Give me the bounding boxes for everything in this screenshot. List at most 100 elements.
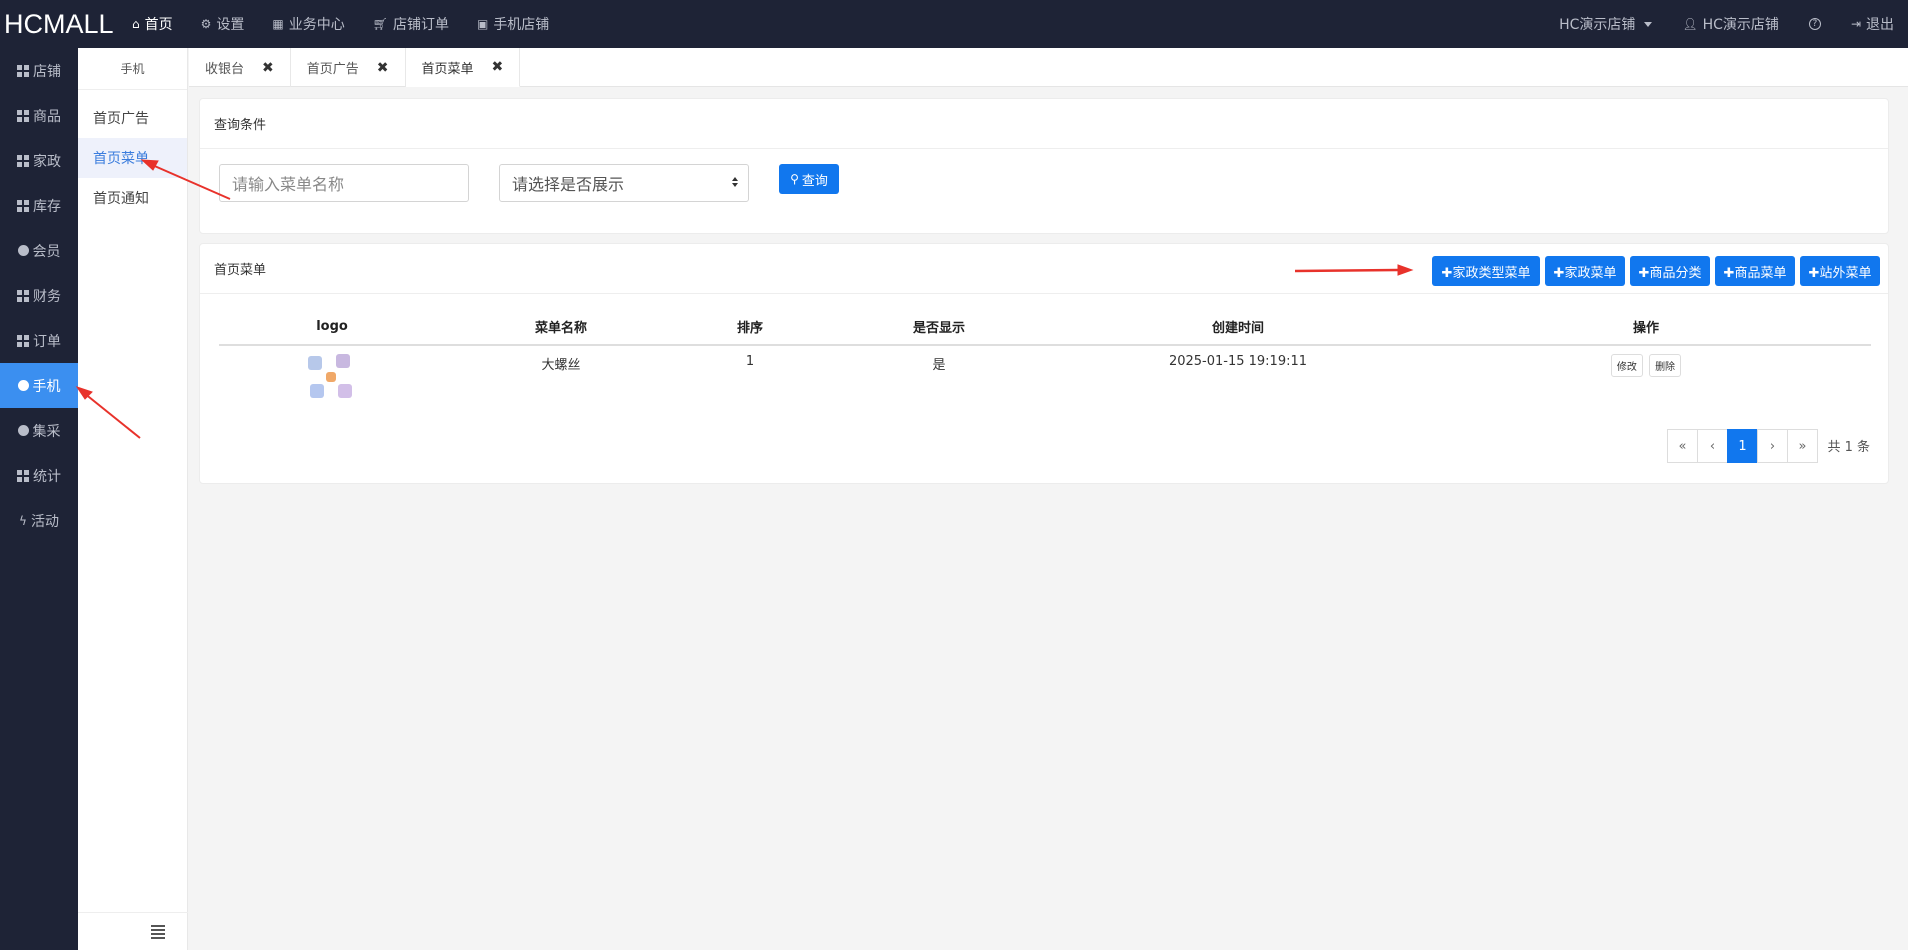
delete-button[interactable]: 删除 (1649, 354, 1682, 377)
rail-item-member[interactable]: 会员 (0, 228, 78, 273)
bolt-icon: ϟ (19, 513, 27, 528)
sub-sidebar-title: 手机 (78, 48, 187, 90)
rail-item-label: 店铺 (33, 63, 61, 80)
search-button-label: 查询 (801, 173, 828, 189)
rail-item-label: 订单 (33, 333, 61, 350)
nav-settings-label: 设置 (216, 17, 245, 33)
globe-icon (17, 380, 29, 391)
rail-item-label: 库存 (33, 198, 61, 215)
rail-item-procurement[interactable]: 集采 (0, 408, 78, 453)
select-arrows-icon (732, 177, 738, 187)
rail-item-store[interactable]: 店铺 (0, 48, 78, 93)
sub-sidebar: 手机 首页广告 首页菜单 首页通知 (78, 48, 188, 950)
menu-name-input[interactable]: 请输入菜单名称 (219, 164, 469, 202)
add-goods-category-button[interactable]: ✚商品分类 (1630, 256, 1710, 286)
menu-table: logo 菜单名称 排序 是否显示 创建时间 操作 大螺丝 1 是 2025-0… (219, 309, 1871, 406)
rail-item-activity[interactable]: ϟ 活动 (0, 498, 78, 543)
pager-prev-button[interactable]: ‹ (1697, 429, 1728, 463)
home-icon: ⌂ (132, 17, 140, 31)
grid-icon (17, 199, 29, 212)
logout-button[interactable]: ⇥ 退出 (1836, 14, 1908, 34)
sign-out-icon: ⇥ (1850, 17, 1861, 31)
nav-business-center-label: 业务中心 (288, 17, 345, 33)
globe-icon (17, 245, 29, 256)
display-select[interactable]: 请选择是否展示 (499, 164, 749, 202)
globe-icon (17, 425, 29, 436)
column-header: logo (219, 309, 445, 346)
add-goods-menu-button[interactable]: ✚商品菜单 (1715, 256, 1795, 286)
nav-home[interactable]: ⌂ 首页 (118, 0, 187, 48)
question-icon: ? (1808, 18, 1821, 30)
nav-settings[interactable]: ⚙ 设置 (187, 0, 259, 48)
user-icon: 👤︎ (1682, 17, 1698, 31)
rail-item-label: 活动 (30, 513, 59, 530)
qrcode-icon: ▣ (476, 17, 489, 31)
close-icon[interactable]: ✖ (377, 60, 389, 76)
rail-item-mobile[interactable]: 手机 (0, 363, 78, 408)
sub-item-home-notice[interactable]: 首页通知 (78, 178, 187, 218)
column-header: 排序 (677, 309, 823, 346)
grid-icon (17, 289, 29, 302)
store-select-label: HC演示店铺 (1559, 17, 1636, 33)
table-row: 大螺丝 1 是 2025-01-15 19:19:11 修改 删除 (219, 345, 1871, 406)
rail-item-finance[interactable]: 财务 (0, 273, 78, 318)
grid-icon (17, 64, 29, 77)
column-header: 操作 (1421, 309, 1871, 346)
tab-home-menu[interactable]: 首页菜单 ✖ (405, 48, 521, 87)
row-actions: 修改 删除 (1421, 345, 1871, 406)
pager-last-button[interactable]: » (1787, 429, 1818, 463)
menu-list-panel: 首页菜单 ✚家政类型菜单 ✚家政菜单 ✚商品分类 ✚商品菜单 ✚站外菜单 log… (199, 243, 1889, 484)
table-header-row: logo 菜单名称 排序 是否显示 创建时间 操作 (219, 309, 1871, 346)
tab-home-ads[interactable]: 首页广告 ✖ (291, 48, 406, 87)
row-menu-name: 大螺丝 (541, 358, 581, 373)
rail-item-housekeeping[interactable]: 家政 (0, 138, 78, 183)
rail-item-inventory[interactable]: 库存 (0, 183, 78, 228)
collapse-menu-icon[interactable] (151, 924, 165, 939)
rail-item-goods[interactable]: 商品 (0, 93, 78, 138)
brand-logo[interactable]: HCMALL (0, 9, 118, 40)
pager-page-button[interactable]: 1 (1727, 429, 1758, 463)
rail-item-label: 集采 (32, 423, 61, 440)
search-button[interactable]: ⚲ 查询 (779, 164, 839, 194)
sub-item-home-menu[interactable]: 首页菜单 (78, 138, 187, 178)
grid-icon (17, 154, 29, 167)
tab-cashier[interactable]: 收银台 ✖ (189, 48, 291, 87)
rail-item-label: 统计 (33, 468, 61, 485)
pager-first-button[interactable]: « (1667, 429, 1698, 463)
edit-button[interactable]: 修改 (1610, 354, 1643, 377)
grid-icon (17, 109, 29, 122)
store-select-dropdown[interactable]: HC演示店铺 (1544, 14, 1667, 34)
add-external-menu-button[interactable]: ✚站外菜单 (1800, 256, 1880, 286)
nav-store-orders[interactable]: 🛒︎ 店铺订单 (359, 0, 463, 48)
main-sidebar: 店铺 商品 家政 库存 会员 财务 订单 手机 集采 统计 ϟ 活动 (0, 48, 78, 950)
logout-label: 退出 (1866, 17, 1894, 33)
top-nav-menu: ⌂ 首页 ⚙ 设置 ▦ 业务中心 🛒︎ 店铺订单 ▣ 手机店铺 (118, 0, 563, 48)
grid-icon (17, 334, 29, 347)
column-header: 创建时间 (1055, 309, 1421, 346)
row-show: 是 (932, 358, 946, 373)
rail-item-orders[interactable]: 订单 (0, 318, 78, 363)
top-navbar: HCMALL ⌂ 首页 ⚙ 设置 ▦ 业务中心 🛒︎ 店铺订单 ▣ 手机店铺 H… (0, 0, 1908, 48)
pager-next-button[interactable]: › (1757, 429, 1788, 463)
help-button[interactable]: ? (1794, 18, 1836, 30)
tab-label: 首页广告 (306, 62, 359, 77)
close-icon[interactable]: ✖ (492, 59, 504, 75)
add-housekeeping-type-menu-button[interactable]: ✚家政类型菜单 (1432, 256, 1540, 286)
nav-store-orders-label: 店铺订单 (392, 17, 449, 33)
display-select-value: 请选择是否展示 (512, 175, 625, 194)
rail-item-statistics[interactable]: 统计 (0, 453, 78, 498)
column-header: 菜单名称 (445, 309, 677, 346)
nav-business-center[interactable]: ▦ 业务中心 (258, 0, 358, 48)
add-housekeeping-menu-button[interactable]: ✚家政菜单 (1545, 256, 1625, 286)
rail-item-label: 手机 (32, 378, 61, 395)
rail-item-label: 财务 (33, 288, 61, 305)
sub-item-home-ads[interactable]: 首页广告 (78, 98, 187, 138)
user-menu[interactable]: 👤︎ HC演示店铺 (1667, 14, 1794, 34)
user-name: HC演示店铺 (1702, 17, 1779, 33)
nav-mobile-store[interactable]: ▣ 手机店铺 (463, 0, 563, 48)
tab-label: 首页菜单 (421, 61, 474, 77)
page-tabs: 收银台 ✖ 首页广告 ✖ 首页菜单 ✖ (189, 48, 1908, 87)
top-right-menu: HC演示店铺 👤︎ HC演示店铺 ? ⇥ 退出 (1544, 0, 1908, 48)
caret-down-icon (1644, 21, 1653, 27)
close-icon[interactable]: ✖ (262, 60, 274, 76)
